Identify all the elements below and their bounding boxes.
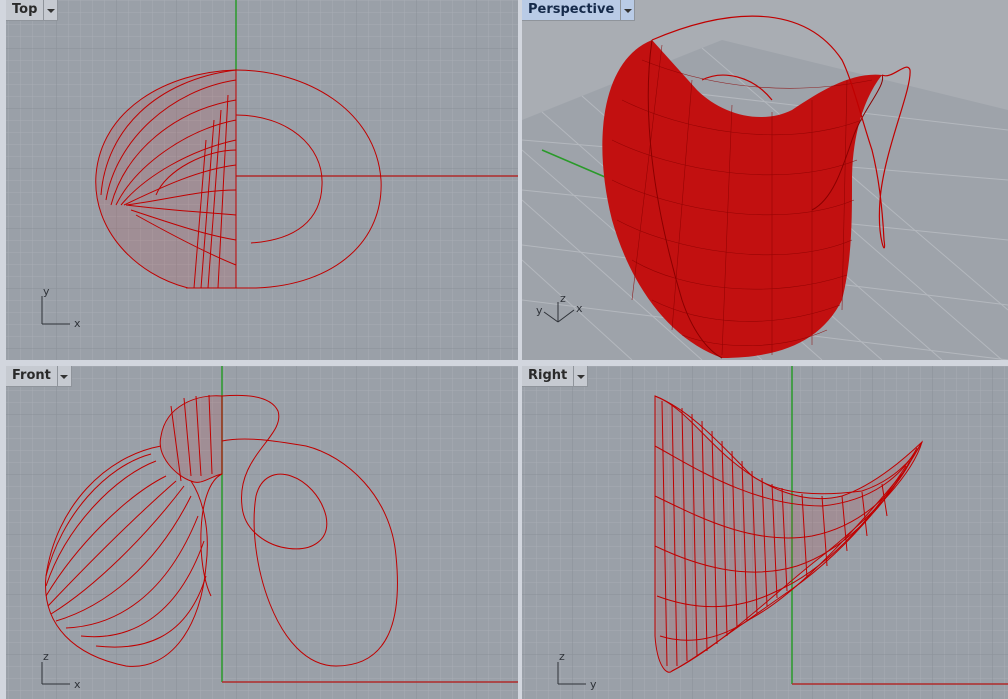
viewport-title: Perspective bbox=[528, 2, 615, 17]
viewport-tab-front[interactable]: Front bbox=[6, 366, 72, 387]
axis-label-h: x bbox=[74, 678, 81, 691]
viewport-tab-perspective[interactable]: Perspective bbox=[522, 0, 636, 21]
grid-right: y z bbox=[522, 366, 1008, 699]
chevron-down-icon[interactable] bbox=[43, 0, 57, 20]
chevron-down-icon[interactable] bbox=[620, 0, 634, 20]
viewport-right[interactable]: y z Right bbox=[522, 366, 1008, 699]
axis-label-h: y bbox=[590, 678, 597, 691]
viewport-title: Top bbox=[12, 2, 38, 17]
viewport-tab-top[interactable]: Top bbox=[6, 0, 59, 21]
axis-label-v: y bbox=[536, 304, 543, 317]
viewport-tab-right[interactable]: Right bbox=[522, 366, 589, 387]
viewport-top[interactable]: x y Top bbox=[6, 0, 518, 360]
grid-top: x y bbox=[6, 0, 518, 360]
viewport-perspective[interactable]: x y z Perspective bbox=[522, 0, 1008, 360]
viewport-front[interactable]: x z Front bbox=[6, 366, 518, 699]
chevron-down-icon[interactable] bbox=[56, 366, 71, 386]
axis-label-v: y bbox=[43, 285, 50, 298]
axis-label-up: z bbox=[560, 292, 566, 305]
axis-label-v: z bbox=[559, 650, 565, 663]
axis-label-h: x bbox=[74, 317, 81, 330]
viewport-title: Right bbox=[528, 368, 568, 383]
chevron-down-icon[interactable] bbox=[573, 366, 587, 386]
viewport-title: Front bbox=[12, 368, 51, 383]
grid-perspective: x y z bbox=[522, 0, 1008, 360]
grid-front: x z bbox=[6, 366, 518, 699]
axis-label-h: x bbox=[576, 302, 583, 315]
axis-label-v: z bbox=[43, 650, 49, 663]
